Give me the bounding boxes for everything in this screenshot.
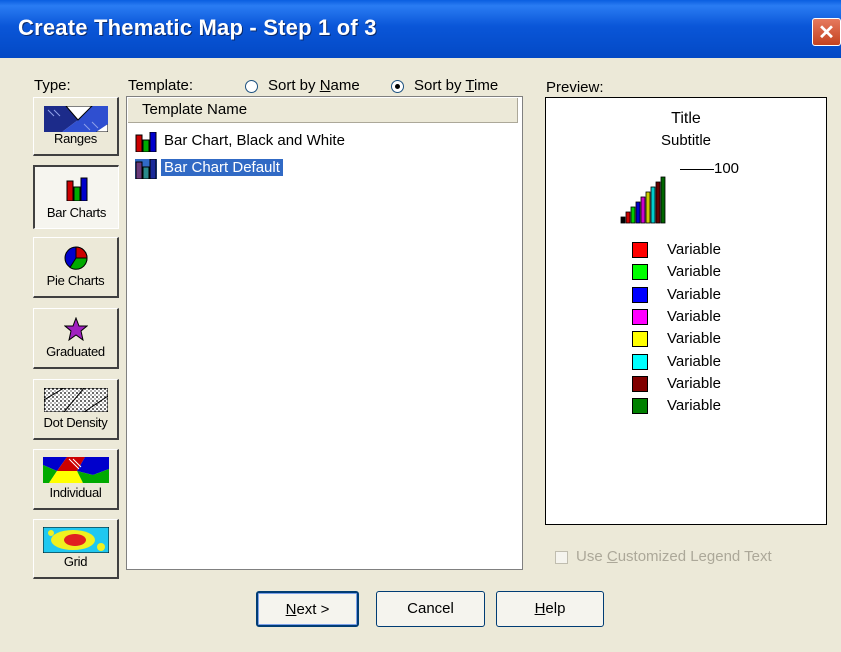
legend-swatch [632,308,648,325]
template-item-selected[interactable]: Bar Chart Default [135,158,335,180]
close-button[interactable]: ✕ [812,18,841,46]
preview-bar [625,211,631,224]
dot-density-icon [43,388,108,412]
legend-swatch [632,264,648,281]
type-button-label: Dot Density [43,415,108,430]
legend-label: Variable [667,307,721,325]
type-button-dot-density[interactable]: Dot Density [33,379,119,440]
type-button-ranges[interactable]: Ranges [33,97,119,156]
template-list[interactable]: Template Name Bar Chart, Black and White… [126,96,523,570]
preview-bar [645,191,651,224]
bar-chart-icon [135,159,157,179]
scale-value: 100 [714,160,740,177]
legend-label: Variable [667,241,721,258]
checkbox-box[interactable] [555,551,568,564]
legend-swatch [632,242,648,258]
radio-dot [395,84,400,89]
ranges-icon [43,106,108,132]
star-icon [63,317,88,341]
preview-subtitle: Subtitle [660,132,712,149]
next-button[interactable]: Next > [256,591,359,627]
sort-by-name-label[interactable]: Sort by Name [268,77,360,94]
legend-swatch [632,286,648,303]
legend-label: Variable [667,352,721,370]
type-button-label: Bar Charts [46,205,107,220]
type-label: Type: [34,77,71,94]
individual-icon [42,457,109,483]
radio-circle[interactable] [245,80,258,93]
preview-bar [635,201,641,224]
type-button-graduated[interactable]: Graduated [33,308,119,369]
preview-panel: Title Subtitle 100 Variable Variable Varia… [545,97,827,525]
bar-chart-icon [135,132,157,152]
template-label: Template: [128,77,194,94]
type-button-label: Ranges [53,131,97,146]
cancel-button[interactable]: Cancel [376,591,485,627]
preview-bar [660,176,666,224]
scale-line [680,169,714,170]
preview-bar [655,181,661,224]
type-button-label: Graduated [46,344,105,359]
window-title: Create Thematic Map - Step 1 of 3 [18,15,377,40]
template-item-label: Bar Chart, Black and White [164,132,345,149]
legend-label: Variable [667,374,721,392]
preview-bar [650,186,656,224]
legend-label: Variable [667,263,721,281]
template-name-column-header[interactable]: Template Name [128,98,518,123]
preview-label: Preview: [546,79,604,96]
sort-by-time-label[interactable]: Sort by Time [414,77,498,94]
pie-chart-icon [64,246,88,270]
legend-swatch [632,398,648,415]
close-icon: ✕ [818,21,835,44]
legend-swatch [632,331,648,348]
preview-bar-chart [620,176,666,224]
legend-swatch [632,353,648,370]
grid-icon [42,527,109,553]
radio-circle[interactable] [391,80,404,93]
legend-label: Variable [667,285,721,303]
preview-bar [630,206,636,224]
template-item[interactable]: Bar Chart, Black and White [135,131,385,153]
title-bar: Create Thematic Map - Step 1 of 3 ✕ [0,0,841,58]
template-item-label: Bar Chart Default [160,158,284,177]
type-button-label: Individual [49,485,102,500]
type-button-grid[interactable]: Grid [33,519,119,579]
legend-label: Variable [667,397,721,415]
preview-title: Title [671,110,701,127]
type-button-label: Grid [63,554,88,569]
preview-bar [640,196,646,224]
preview-bar [620,216,626,224]
type-button-bar-charts[interactable]: Bar Charts [33,165,119,229]
type-button-label: Pie Charts [46,273,105,288]
use-customized-legend-label: Use Customized Legend Text [576,548,772,565]
legend-swatch [632,375,648,392]
type-button-pie-charts[interactable]: Pie Charts [33,237,119,298]
type-button-individual[interactable]: Individual [33,449,119,510]
bar-chart-icon [66,177,87,201]
help-button[interactable]: Help [496,591,604,627]
legend-label: Variable [667,330,721,348]
